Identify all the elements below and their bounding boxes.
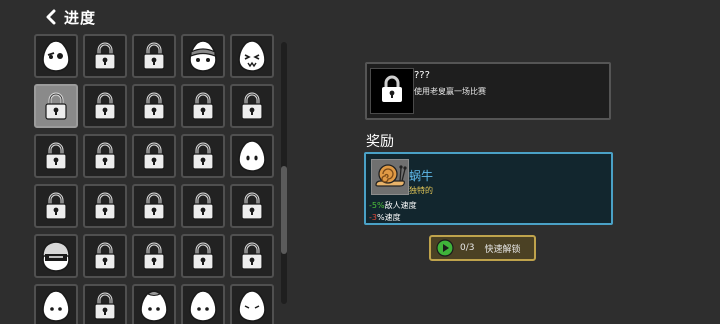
lock-icon bbox=[190, 91, 216, 121]
header: 进度 bbox=[44, 7, 96, 27]
stat-value: -5% bbox=[369, 201, 385, 210]
achievement-cell-egg-plain-r2c4[interactable] bbox=[230, 134, 274, 178]
lock-icon bbox=[190, 241, 216, 271]
egg-fangs-icon bbox=[237, 39, 267, 73]
achievement-cell-locked-r3c1[interactable] bbox=[83, 184, 127, 228]
egg-partial-leaf-icon bbox=[139, 289, 169, 323]
achievement-cell-locked-r0c1[interactable] bbox=[83, 34, 127, 78]
achievement-cell-locked-r3c2[interactable] bbox=[132, 184, 176, 228]
lock-icon bbox=[239, 191, 265, 221]
achievement-cell-egg-partial-r5c0[interactable] bbox=[34, 284, 78, 324]
achievement-info-card: ??? 使用老叟赢一场比赛 bbox=[365, 62, 611, 120]
reward-stat-speed: -3%速度 bbox=[369, 212, 401, 223]
achievement-cell-locked-r2c2[interactable] bbox=[132, 134, 176, 178]
achievement-cell-locked-r4c1[interactable] bbox=[83, 234, 127, 278]
stat-value: -3 bbox=[369, 213, 377, 222]
achievement-cell-locked-r2c3[interactable] bbox=[181, 134, 225, 178]
achievement-cell-locked-r3c3[interactable] bbox=[181, 184, 225, 228]
achievement-cell-locked-r4c4[interactable] bbox=[230, 234, 274, 278]
lock-icon bbox=[92, 41, 118, 71]
stat-label: %速度 bbox=[376, 213, 401, 222]
chevron-left-icon[interactable] bbox=[44, 8, 58, 26]
stat-label: 敌人速度 bbox=[384, 201, 417, 210]
egg-partial-icon bbox=[41, 289, 71, 323]
achievement-cell-locked-r4c3[interactable] bbox=[181, 234, 225, 278]
achievement-cell-locked-r1c2[interactable] bbox=[132, 84, 176, 128]
lock-icon bbox=[92, 91, 118, 121]
unlock-count: 0/3 bbox=[460, 243, 475, 253]
achievement-cell-egg-winking-r0c0[interactable] bbox=[34, 34, 78, 78]
quick-unlock-button[interactable]: 0/3 快速解锁 bbox=[429, 235, 536, 261]
reward-card[interactable]: 蜗牛 独特的 -5%敌人速度 -3%速度 bbox=[364, 152, 613, 225]
lock-icon bbox=[92, 191, 118, 221]
grid-scrollbar[interactable] bbox=[281, 42, 287, 304]
achievement-description: 使用老叟赢一场比赛 bbox=[414, 87, 486, 96]
achievement-cell-egg-partial-leaf-r5c2[interactable] bbox=[132, 284, 176, 324]
lock-icon bbox=[190, 191, 216, 221]
reward-stat-enemy-speed: -5%敌人速度 bbox=[369, 200, 417, 211]
lock-icon bbox=[379, 74, 405, 108]
lock-icon bbox=[43, 91, 69, 121]
lock-icon bbox=[92, 241, 118, 271]
page-title: 进度 bbox=[64, 8, 97, 27]
egg-helmet-icon bbox=[41, 239, 71, 273]
achievement-grid bbox=[34, 34, 284, 324]
egg-winking-icon bbox=[41, 39, 71, 73]
egg-bandana-icon bbox=[188, 39, 218, 73]
achievement-cell-egg-helmet-r4c0[interactable] bbox=[34, 234, 78, 278]
lock-icon bbox=[141, 41, 167, 71]
play-icon bbox=[436, 239, 454, 257]
achievement-cell-locked-r1c4[interactable] bbox=[230, 84, 274, 128]
achievement-cell-egg-fangs-r0c4[interactable] bbox=[230, 34, 274, 78]
reward-rarity: 独特的 bbox=[409, 186, 433, 195]
egg-partial-face-icon bbox=[237, 289, 267, 323]
achievement-cell-locked-r2c1[interactable] bbox=[83, 134, 127, 178]
achievement-cell-locked-r2c0[interactable] bbox=[34, 134, 78, 178]
egg-plain-icon bbox=[237, 139, 267, 173]
reward-name: 蜗牛 bbox=[409, 169, 434, 183]
achievement-cell-locked-r3c4[interactable] bbox=[230, 184, 274, 228]
achievement-cell-locked-r0c2[interactable] bbox=[132, 34, 176, 78]
unlock-label: 快速解锁 bbox=[484, 244, 521, 255]
lock-icon bbox=[141, 91, 167, 121]
lock-icon bbox=[239, 241, 265, 271]
lock-icon bbox=[141, 241, 167, 271]
lock-icon bbox=[141, 141, 167, 171]
lock-icon bbox=[43, 141, 69, 171]
lock-icon bbox=[92, 141, 118, 171]
lock-icon bbox=[92, 291, 118, 321]
achievement-icon-box bbox=[370, 68, 414, 114]
achievement-title: ??? bbox=[414, 70, 430, 81]
achievement-cell-locked-r4c2[interactable] bbox=[132, 234, 176, 278]
achievement-cell-egg-partial-r5c3[interactable] bbox=[181, 284, 225, 324]
snail-icon bbox=[373, 160, 407, 194]
achievement-cell-locked-r1c3[interactable] bbox=[181, 84, 225, 128]
achievement-cell-locked-r1c0[interactable] bbox=[34, 84, 78, 128]
scroll-thumb[interactable] bbox=[281, 166, 287, 254]
lock-icon bbox=[190, 141, 216, 171]
achievement-cell-locked-r1c1[interactable] bbox=[83, 84, 127, 128]
reward-heading: 奖励 bbox=[366, 134, 394, 150]
achievement-cell-egg-partial-face-r5c4[interactable] bbox=[230, 284, 274, 324]
lock-icon bbox=[239, 91, 265, 121]
achievement-cell-egg-bandana-r0c3[interactable] bbox=[181, 34, 225, 78]
lock-icon bbox=[43, 191, 69, 221]
lock-icon bbox=[141, 191, 167, 221]
achievement-cell-locked-r3c0[interactable] bbox=[34, 184, 78, 228]
achievement-cell-locked-r5c1[interactable] bbox=[83, 284, 127, 324]
egg-partial-icon bbox=[188, 289, 218, 323]
reward-icon-box bbox=[371, 159, 409, 195]
